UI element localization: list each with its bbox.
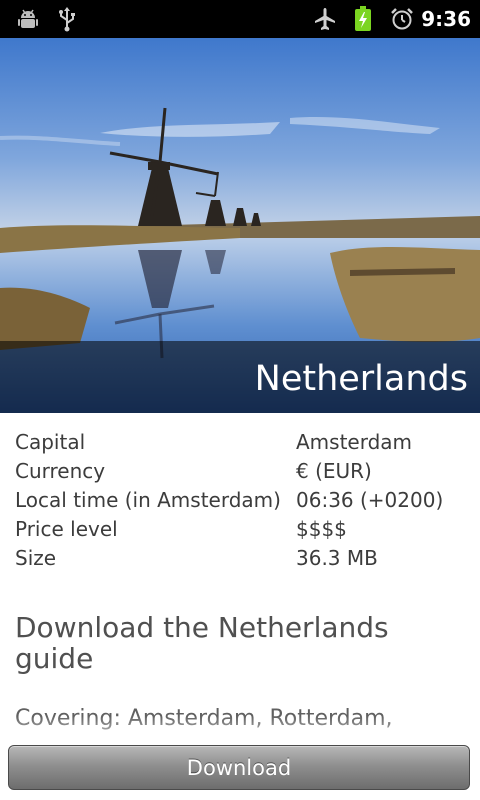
info-value: Amsterdam — [296, 430, 413, 454]
country-title: Netherlands — [254, 359, 468, 399]
battery-charging-icon — [352, 5, 374, 33]
info-label: Capital — [15, 430, 86, 454]
info-row-local-time: Local time (in Amsterdam) 06:36 (+0200) — [15, 486, 470, 515]
country-info-table: Capital Amsterdam Currency € (EUR) Local… — [15, 428, 470, 573]
info-label: Local time (in Amsterdam) — [15, 488, 281, 512]
info-value: 36.3 MB — [296, 546, 378, 570]
usb-icon — [56, 5, 78, 33]
info-label: Price level — [15, 517, 118, 541]
info-row-capital: Capital Amsterdam — [15, 428, 470, 457]
hero-caption-band: Netherlands — [0, 341, 480, 413]
scroll-fade — [0, 716, 480, 748]
info-row-size: Size 36.3 MB — [15, 544, 470, 573]
info-value: $$$$ — [296, 517, 347, 541]
airplane-mode-icon — [312, 5, 338, 33]
info-row-price-level: Price level $$$$ — [15, 515, 470, 544]
status-bar-time: 9:36 — [421, 7, 471, 31]
alarm-clock-icon — [389, 5, 415, 33]
status-bar: 9:36 — [0, 0, 480, 38]
info-row-currency: Currency € (EUR) — [15, 457, 470, 486]
info-value: 06:36 (+0200) — [296, 488, 444, 512]
download-guide-title: Download the Netherlands guide — [15, 611, 389, 675]
country-hero-image: Netherlands — [0, 38, 480, 413]
info-label: Size — [15, 546, 57, 570]
android-debug-icon — [15, 5, 41, 33]
app-screen: 9:36 Netherlands Capital Amsterdam Curre… — [0, 0, 480, 800]
info-value: € (EUR) — [296, 459, 372, 483]
download-button[interactable]: Download — [8, 745, 470, 790]
info-label: Currency — [15, 459, 106, 483]
